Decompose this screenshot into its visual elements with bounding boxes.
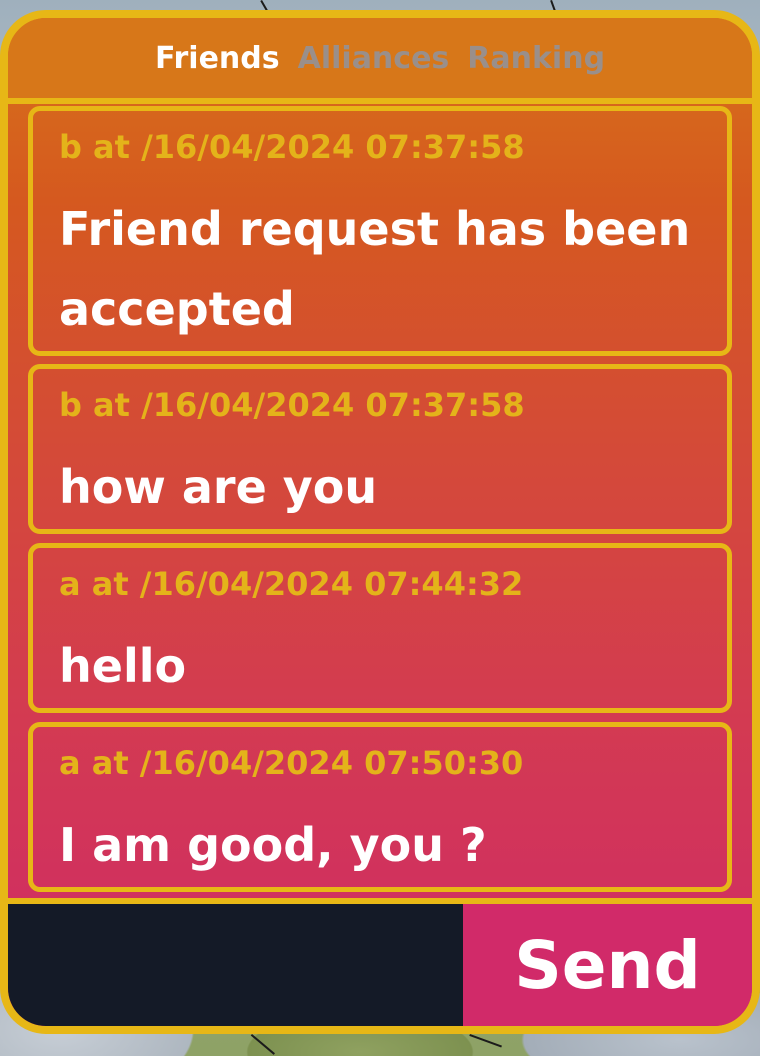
message-input[interactable] [8,904,463,1026]
message-item: a at /16/04/2024 07:50:30 I am good, you… [28,722,732,892]
message-composer: Send [8,898,752,1026]
message-text: I am good, you ? [59,818,487,872]
message-meta: b at /16/04/2024 07:37:58 [59,386,525,424]
tab-alliances[interactable]: Alliances [298,41,450,76]
message-meta: a at /16/04/2024 07:50:30 [59,744,524,782]
message-text: Friend request has been accepted [59,202,691,336]
tab-friends[interactable]: Friends [155,41,280,76]
chat-panel: Friends Alliances Ranking b at /16/04/20… [0,10,760,1034]
message-text: hello [59,639,187,693]
message-meta: a at /16/04/2024 07:44:32 [59,565,524,603]
message-text: how are you [59,460,378,514]
send-button[interactable]: Send [463,904,752,1026]
tab-bar: Friends Alliances Ranking [8,18,752,104]
message-item: a at /16/04/2024 07:44:32 hello [28,543,732,713]
message-item: b at /16/04/2024 07:37:58 how are you [28,364,732,534]
message-meta: b at /16/04/2024 07:37:58 [59,128,525,166]
message-item: b at /16/04/2024 07:37:58 Friend request… [28,106,732,356]
tab-ranking[interactable]: Ranking [467,41,605,76]
